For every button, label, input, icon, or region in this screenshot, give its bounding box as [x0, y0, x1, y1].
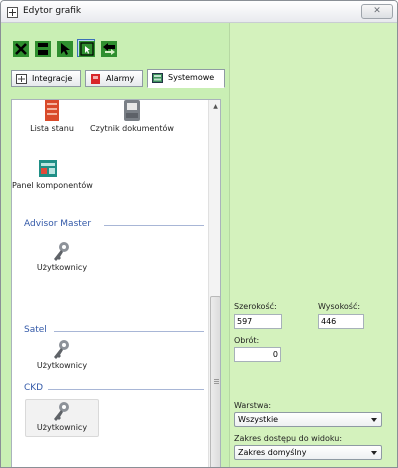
pointer-icon [57, 41, 73, 57]
group-divider [54, 331, 204, 332]
properties-pane: Szerokość: Wysokość: 597 446 Obrót: 0 Wa… [229, 23, 397, 467]
layer-select-value: Wszystkie [238, 415, 279, 424]
save-icon [35, 41, 51, 57]
close-tool-button[interactable] [11, 39, 29, 57]
item-caption: Użytkownicy [36, 361, 88, 370]
width-label: Szerokość: [234, 302, 277, 311]
tab-systemowe[interactable]: Systemowe [147, 69, 225, 88]
item-caption: Lista stanu [30, 124, 74, 133]
item-caption: Użytkownicy [36, 263, 88, 272]
users-key-icon [54, 402, 69, 421]
layer-select[interactable]: Wszystkie [234, 412, 382, 427]
users-key-icon [54, 242, 69, 261]
height-input[interactable]: 446 [318, 314, 364, 329]
close-icon [13, 41, 29, 57]
swap-icon [101, 41, 117, 57]
users-key-icon [54, 340, 69, 359]
thumb-grip [214, 383, 219, 384]
list-item-users-ckd[interactable]: Użytkownicy [26, 401, 98, 432]
thumb-grip [214, 381, 219, 382]
list-item-document-reader[interactable]: Czytnik dokumentów [87, 100, 177, 133]
dropdown-arrow-icon [371, 451, 377, 455]
document-reader-icon [124, 100, 140, 121]
alarm-icon [91, 74, 100, 84]
app-icon [7, 7, 18, 18]
item-caption: Czytnik dokumentów [90, 124, 174, 133]
tab-alarmy[interactable]: Alarmy [85, 70, 143, 87]
rotation-label: Obrót: [234, 336, 260, 345]
thumb-grip [214, 379, 219, 380]
item-caption: Panel komponentów [12, 181, 93, 190]
group-divider [48, 389, 204, 390]
group-header-ckd: CKD [24, 383, 44, 393]
list-item-users-advisor[interactable]: Użytkownicy [26, 241, 98, 272]
tab-integracje[interactable]: Integracje [11, 70, 81, 87]
height-label: Wysokość: [318, 302, 361, 311]
tab-label: Systemowe [168, 73, 215, 82]
component-list-panel: Lista stanu Czytnik dokumentów Panel kom… [11, 99, 221, 467]
system-icon [152, 73, 163, 83]
component-panel-icon [39, 160, 57, 177]
list-item-users-satel[interactable]: Użytkownicy [26, 339, 98, 370]
title-bar[interactable]: Edytor grafik ✕ [1, 1, 397, 23]
select-area-tool-button[interactable] [77, 39, 95, 57]
rotation-input[interactable]: 0 [234, 347, 281, 362]
list-item-status-list[interactable]: Lista stanu [24, 100, 80, 133]
scroll-thumb[interactable] [210, 296, 220, 467]
pointer-tool-button[interactable] [55, 39, 73, 57]
scroll-up-arrow-icon[interactable]: ▲ [211, 102, 220, 111]
left-pane: Integracje Alarmy Systemowe Lista stanu … [1, 23, 229, 467]
layer-label: Warstwa: [234, 401, 272, 410]
save-tool-button[interactable] [33, 39, 51, 57]
access-scope-select[interactable]: Zakres domyślny [234, 445, 382, 460]
group-header-satel: Satel [24, 325, 47, 335]
group-divider [104, 225, 204, 226]
item-caption: Użytkownicy [36, 423, 88, 432]
width-input[interactable]: 597 [234, 314, 282, 329]
access-scope-label: Zakres dostępu do widoku: [234, 434, 343, 443]
access-scope-select-value: Zakres domyślny [238, 448, 307, 457]
dropdown-arrow-icon [371, 418, 377, 422]
list-item-component-panel[interactable]: Panel komponentów [12, 157, 93, 190]
graphic-editor-window: Edytor grafik ✕ Integracje Alarmy System… [0, 0, 398, 468]
tab-label: Integracje [32, 74, 73, 83]
close-window-button[interactable]: ✕ [361, 4, 393, 19]
swap-tool-button[interactable] [99, 39, 117, 57]
window-title: Edytor grafik [23, 6, 82, 16]
integration-icon [16, 74, 27, 84]
vertical-scrollbar[interactable]: ▲ ▼ [208, 100, 220, 467]
select-area-icon [79, 41, 95, 57]
tab-label: Alarmy [106, 74, 135, 83]
group-header-advisor-master: Advisor Master [24, 219, 92, 229]
status-list-icon [45, 100, 59, 121]
